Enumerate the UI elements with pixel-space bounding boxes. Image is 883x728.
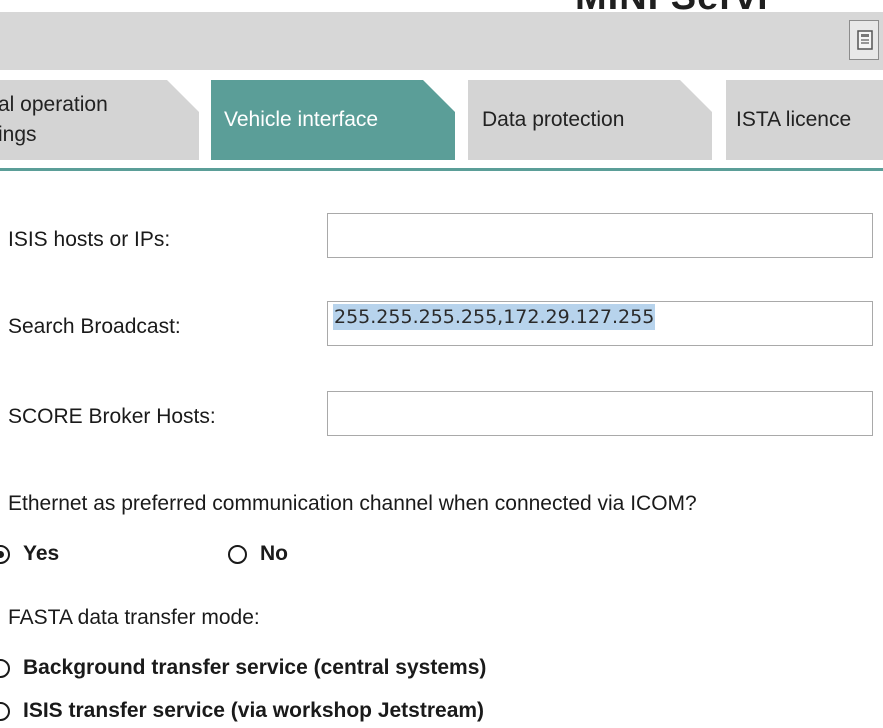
tab-label: al operation ings — [0, 90, 199, 150]
tab-ista-licence[interactable]: ISTA licence — [726, 80, 883, 160]
print-button[interactable] — [849, 20, 879, 60]
fasta-background-label: Background transfer service (central sys… — [23, 656, 487, 679]
score-broker-hosts-input[interactable] — [327, 391, 873, 436]
tab-label-line2: ings — [0, 123, 37, 146]
score-broker-hosts-label: SCORE Broker Hosts: — [8, 405, 216, 428]
app-title: MINI Servi — [575, 0, 769, 19]
tab-label: Data protection — [482, 108, 625, 131]
tab-data-protection[interactable]: Data protection — [468, 80, 712, 160]
search-broadcast-label: Search Broadcast: — [8, 315, 181, 338]
fasta-background-radio[interactable]: Background transfer service (central sys… — [0, 656, 486, 680]
ethernet-no-radio[interactable]: No — [228, 542, 288, 566]
search-broadcast-value: 255.255.255.255,172.29.127.255 — [333, 304, 656, 330]
fasta-mode-label: FASTA data transfer mode: — [8, 606, 260, 629]
fasta-isis-label: ISIS transfer service (via workshop Jets… — [23, 699, 485, 722]
title-bar — [0, 12, 883, 70]
ethernet-yes-label: Yes — [23, 542, 60, 565]
tab-label-line1: al operation — [0, 93, 108, 116]
fasta-isis-radio[interactable]: ISIS transfer service (via workshop Jets… — [0, 699, 484, 723]
isis-hosts-label: ISIS hosts or IPs: — [8, 228, 171, 251]
ethernet-no-label: No — [260, 542, 288, 565]
tab-label: Vehicle interface — [224, 108, 379, 131]
ethernet-question: Ethernet as preferred communication chan… — [8, 492, 697, 515]
tab-general-operation-settings[interactable]: al operation ings — [0, 80, 199, 160]
tab-underline — [0, 168, 883, 171]
radio-unchecked-icon — [0, 658, 10, 678]
radio-unchecked-icon — [0, 701, 10, 721]
tab-label: ISTA licence — [736, 108, 852, 131]
print-icon — [857, 30, 873, 50]
isis-hosts-input[interactable] — [327, 213, 873, 258]
radio-checked-icon — [0, 544, 10, 564]
search-broadcast-input[interactable]: 255.255.255.255,172.29.127.255 — [327, 301, 873, 346]
ethernet-yes-radio[interactable]: Yes — [0, 542, 59, 566]
tab-vehicle-interface[interactable]: Vehicle interface — [211, 80, 455, 160]
radio-unchecked-icon — [228, 544, 247, 564]
